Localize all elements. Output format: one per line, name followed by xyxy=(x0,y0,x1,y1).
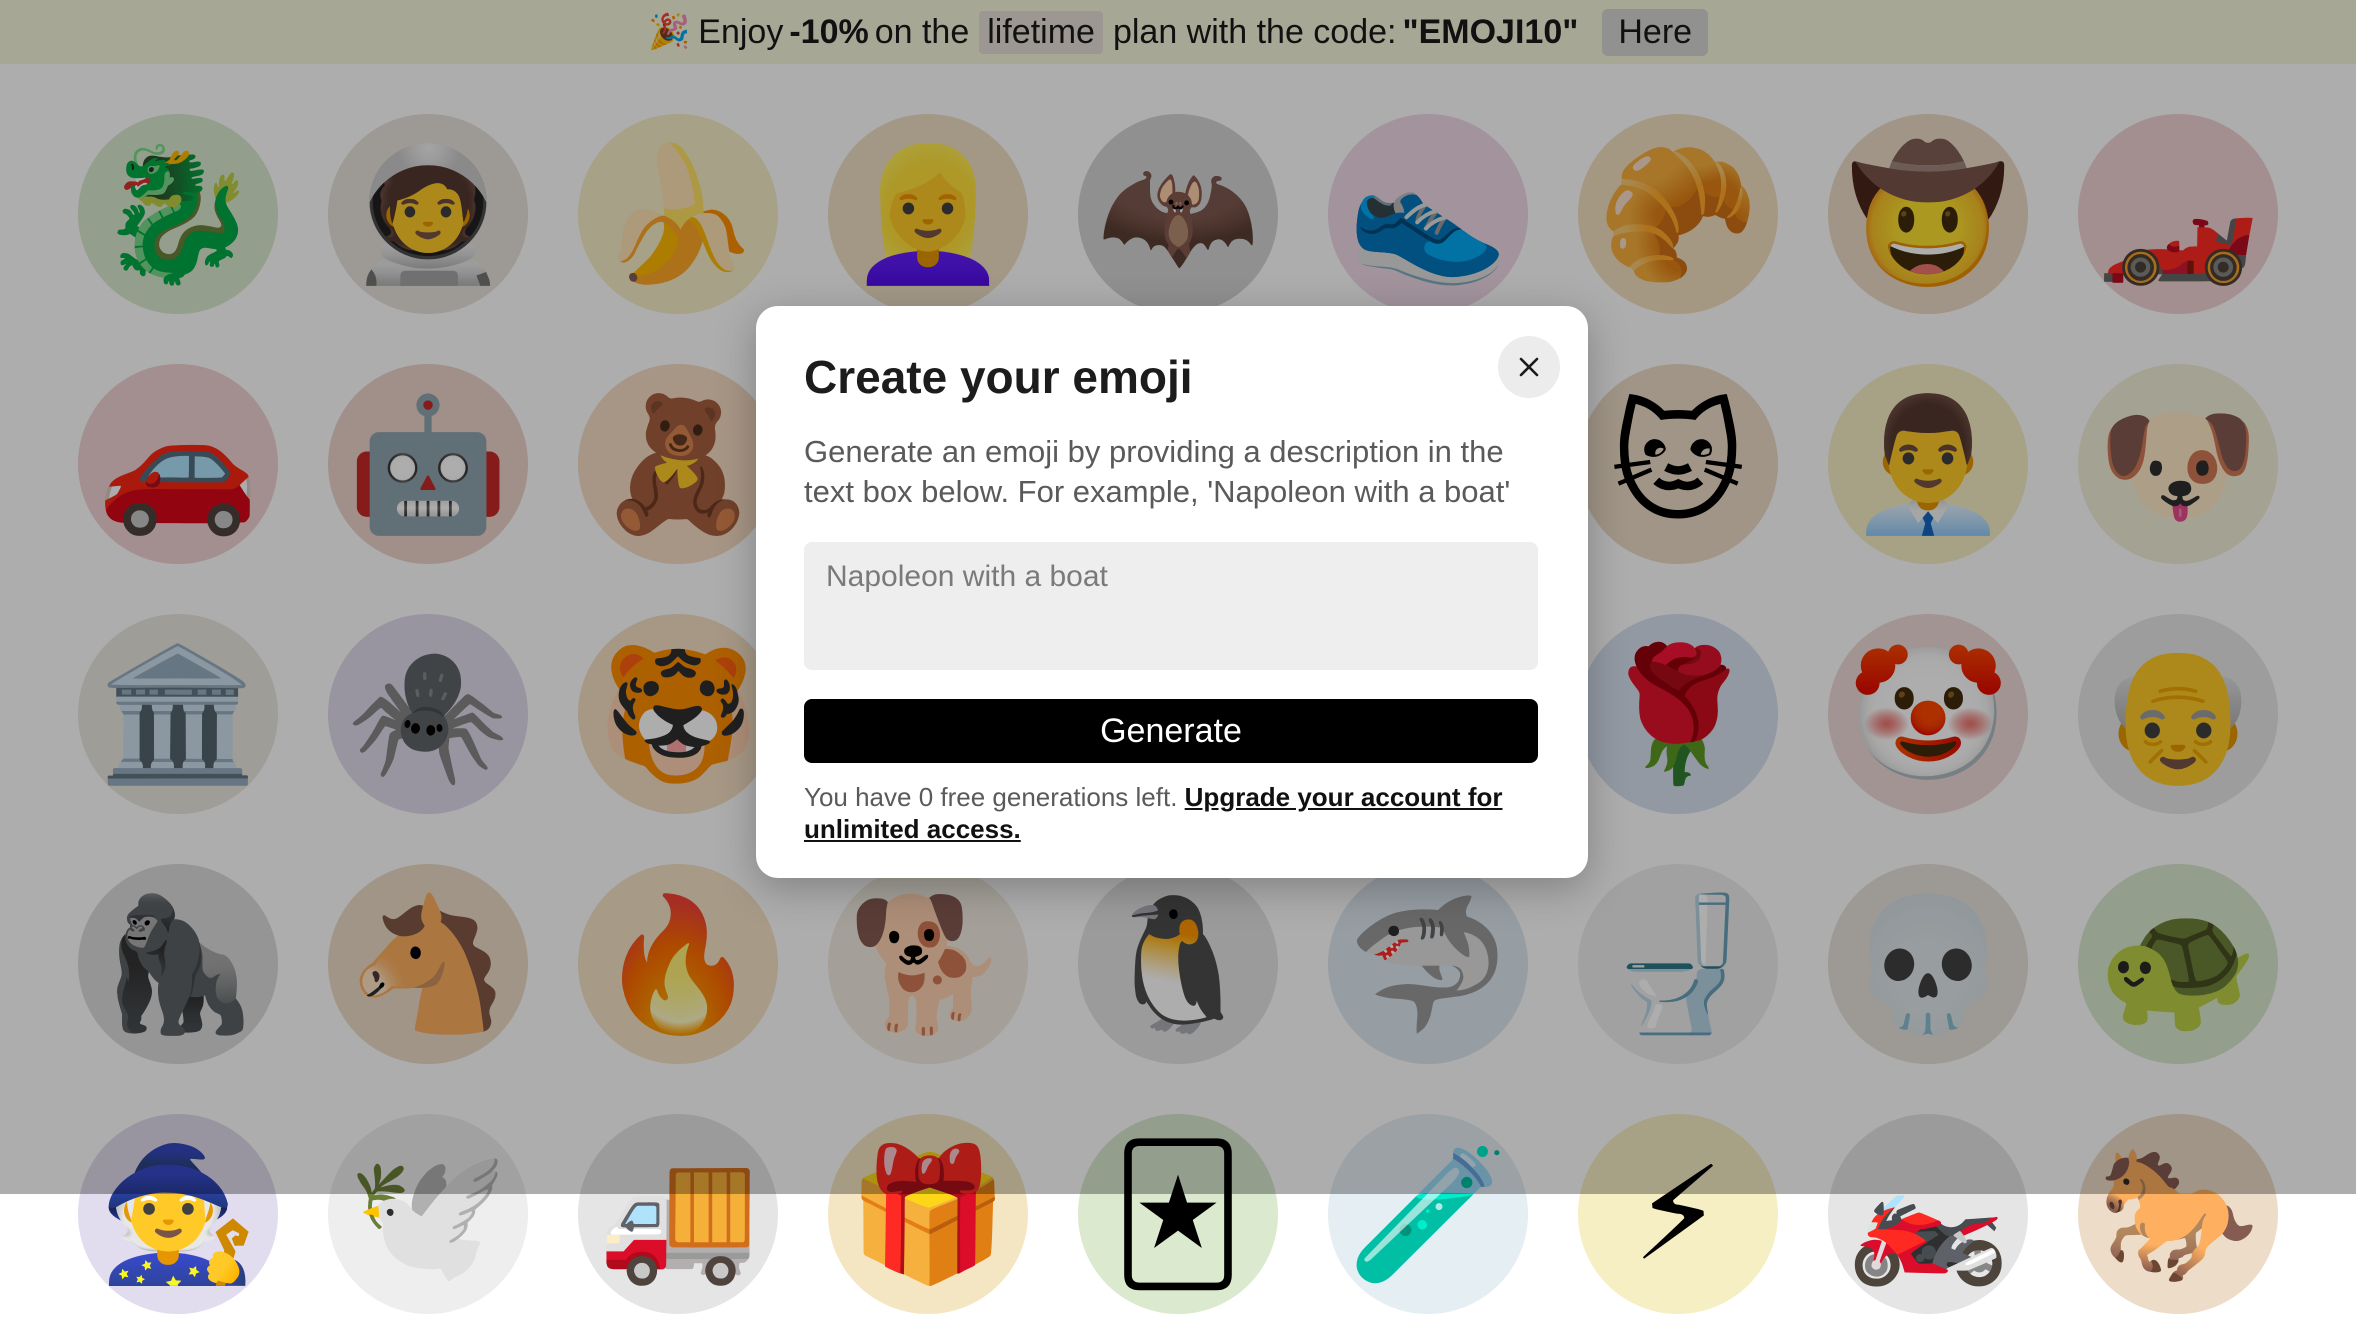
close-button[interactable] xyxy=(1498,336,1560,398)
modal-title: Create your emoji xyxy=(804,351,1193,403)
close-icon xyxy=(1519,357,1539,377)
generate-button[interactable]: Generate xyxy=(804,699,1538,763)
free-generations-text: You have 0 free generations left. xyxy=(804,782,1178,812)
create-emoji-modal: Create your emoji Generate an emoji by p… xyxy=(756,306,1588,878)
prompt-input[interactable] xyxy=(804,542,1538,670)
generations-note: You have 0 free generations left. Upgrad… xyxy=(804,781,1540,845)
modal-description: Generate an emoji by providing a descrip… xyxy=(804,434,1511,509)
